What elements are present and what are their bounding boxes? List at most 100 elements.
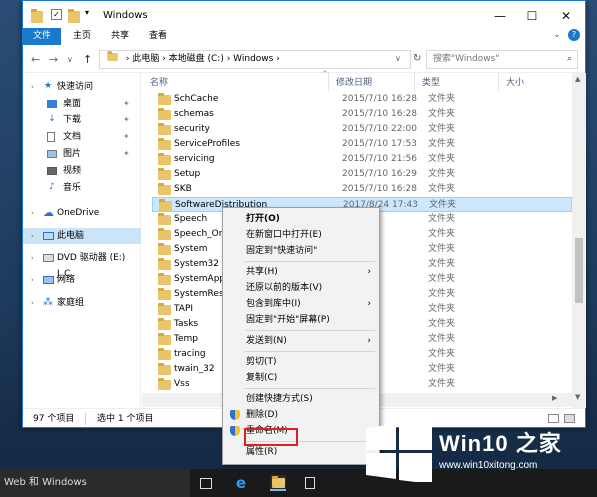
file-name: tracing — [174, 349, 206, 359]
up-arrow-icon[interactable]: ↑ — [83, 53, 92, 66]
maximize-button[interactable]: ☐ — [523, 7, 541, 25]
menu-item[interactable]: 属性(R) — [223, 444, 379, 460]
menu-item-label: 固定到"开始"屏幕(P) — [246, 315, 330, 325]
scroll-up-icon[interactable]: ▲ — [575, 75, 580, 83]
back-arrow-icon[interactable]: ← — [31, 53, 40, 66]
nav-item-pictures[interactable]: 图片 ✦ — [23, 146, 141, 162]
file-row[interactable]: ServiceProfiles 2015/7/10 17:53 文件夹 — [152, 137, 572, 152]
search-placeholder: 搜索"Windows" — [433, 54, 500, 64]
sort-arrow-icon: ^ — [322, 70, 328, 78]
nav-item-music[interactable]: ♪ 音乐 — [23, 180, 141, 196]
help-icon[interactable]: ? — [568, 29, 580, 41]
nav-item-videos[interactable]: 视频 — [23, 163, 141, 179]
file-row[interactable]: SchCache 2015/7/10 16:28 文件夹 — [152, 92, 572, 107]
file-name: Setup — [174, 169, 201, 179]
expand-ribbon-icon[interactable]: ⌄ — [553, 30, 561, 40]
expand-arrow-icon[interactable]: › — [31, 295, 34, 311]
refresh-icon[interactable]: ↻ — [413, 53, 421, 64]
file-type: 文件夹 — [429, 200, 457, 210]
star-icon: ★ — [43, 81, 53, 91]
properties-icon[interactable]: ✓ — [51, 9, 62, 20]
tab-share[interactable]: 共享 — [103, 28, 137, 45]
address-dropdown-icon[interactable]: ∨ — [395, 54, 401, 63]
submenu-arrow-icon: › — [367, 336, 371, 346]
expand-arrow-icon[interactable]: › — [31, 272, 34, 288]
menu-item[interactable]: 复制(C) — [223, 370, 379, 386]
vertical-scrollbar[interactable]: ▲ ▼ — [572, 73, 586, 408]
nav-item-documents[interactable]: 文档 ✦ — [23, 129, 141, 145]
column-divider[interactable] — [328, 73, 329, 91]
menu-item[interactable]: 固定到"开始"屏幕(P) — [223, 312, 379, 328]
search-input[interactable]: 搜索"Windows" ⌕ — [426, 50, 578, 69]
file-explorer-taskbar-icon[interactable] — [270, 475, 286, 491]
menu-item[interactable]: 固定到"快速访问" — [223, 243, 379, 259]
customize-toolbar-icon[interactable]: ▾ — [85, 8, 97, 20]
file-row[interactable]: schemas 2015/7/10 16:28 文件夹 — [152, 107, 572, 122]
folder-icon — [158, 168, 171, 180]
tab-view[interactable]: 查看 — [141, 28, 175, 45]
rename-highlight-box — [244, 428, 298, 446]
download-icon: ↓ — [48, 114, 56, 124]
task-view-icon[interactable] — [200, 478, 212, 489]
forward-arrow-icon[interactable]: → — [49, 53, 58, 66]
column-header-name[interactable]: 名称 — [150, 75, 168, 88]
store-icon[interactable] — [305, 477, 315, 489]
folder-icon — [158, 228, 171, 240]
file-type: 文件夹 — [428, 124, 456, 134]
file-date: 2015/7/10 16:28 — [342, 109, 417, 119]
minimize-button[interactable]: — — [491, 7, 509, 25]
close-button[interactable]: ✕ — [557, 7, 575, 25]
file-type: 文件夹 — [428, 349, 456, 359]
expand-arrow-icon[interactable]: › — [31, 79, 34, 95]
expand-arrow-icon[interactable]: › — [31, 228, 34, 244]
file-row[interactable]: Setup 2015/7/10 16:29 文件夹 — [152, 167, 572, 182]
tab-file[interactable]: 文件 — [23, 28, 61, 45]
edge-browser-icon[interactable]: e — [233, 475, 249, 491]
expand-arrow-icon[interactable]: › — [31, 205, 34, 221]
dvd-icon — [43, 254, 54, 262]
nav-item-quick-access[interactable]: › ★ 快速访问 — [23, 79, 141, 95]
tab-home[interactable]: 主页 — [65, 28, 99, 45]
uac-shield-icon — [230, 410, 240, 420]
nav-item-dvd-drive[interactable]: › DVD 驱动器 (E:) J_C — [23, 250, 141, 279]
column-header-size[interactable]: 大小 — [506, 75, 524, 88]
file-type: 文件夹 — [428, 364, 456, 374]
menu-item[interactable]: 打开(O) — [223, 211, 379, 227]
menu-item[interactable]: 剪切(T) — [223, 354, 379, 370]
file-row[interactable]: security 2015/7/10 22:00 文件夹 — [152, 122, 572, 137]
taskbar-search-box[interactable]: Web 和 Windows — [0, 469, 190, 497]
new-folder-icon[interactable] — [68, 9, 80, 23]
watermark-brand: Win10 之家 — [439, 431, 562, 456]
nav-item-downloads[interactable]: ↓ 下载 ✦ — [23, 112, 141, 128]
nav-item-homegroup[interactable]: › ⁂ 家庭组 — [23, 295, 141, 311]
column-header-type[interactable]: 类型 — [422, 75, 440, 88]
menu-item[interactable]: 发送到(N) › — [223, 333, 379, 349]
menu-item[interactable]: 删除(D) — [223, 407, 379, 423]
file-type: 文件夹 — [428, 304, 456, 314]
address-bar[interactable]: › 此电脑 › 本地磁盘 (C:) › Windows › — [99, 50, 411, 69]
menu-item[interactable]: 创建快捷方式(S) — [223, 391, 379, 407]
menu-item[interactable]: 还原以前的版本(V) — [223, 280, 379, 296]
nav-item-desktop[interactable]: 桌面 ✦ — [23, 96, 141, 112]
expand-arrow-icon[interactable]: › — [31, 250, 34, 266]
scroll-right-icon[interactable]: ▶ — [552, 394, 557, 402]
column-divider[interactable] — [414, 73, 415, 91]
menu-item[interactable]: 在新窗口中打开(E) — [223, 227, 379, 243]
nav-label: 桌面 — [63, 99, 82, 109]
nav-item-this-pc[interactable]: › 此电脑 — [23, 228, 141, 244]
menu-item[interactable]: 包含到库中(I) › — [223, 296, 379, 312]
file-name: servicing — [174, 154, 215, 164]
scroll-down-icon[interactable]: ▼ — [575, 393, 580, 401]
network-icon — [43, 276, 54, 284]
scrollbar-thumb[interactable] — [575, 238, 583, 303]
nav-item-onedrive[interactable]: › ☁ OneDrive — [23, 205, 141, 221]
file-row[interactable]: SKB 2015/7/10 16:28 文件夹 — [152, 182, 572, 197]
column-header-date[interactable]: 修改日期 — [336, 75, 372, 88]
menu-item[interactable]: 共享(H) › — [223, 264, 379, 280]
file-row[interactable]: servicing 2015/7/10 21:56 文件夹 — [152, 152, 572, 167]
column-divider[interactable] — [498, 73, 499, 91]
nav-item-network[interactable]: › 网络 — [23, 272, 141, 288]
homegroup-icon: ⁂ — [43, 297, 53, 308]
file-date: 2015/7/10 17:53 — [342, 139, 417, 149]
recent-locations-icon[interactable]: ∨ — [67, 55, 73, 64]
